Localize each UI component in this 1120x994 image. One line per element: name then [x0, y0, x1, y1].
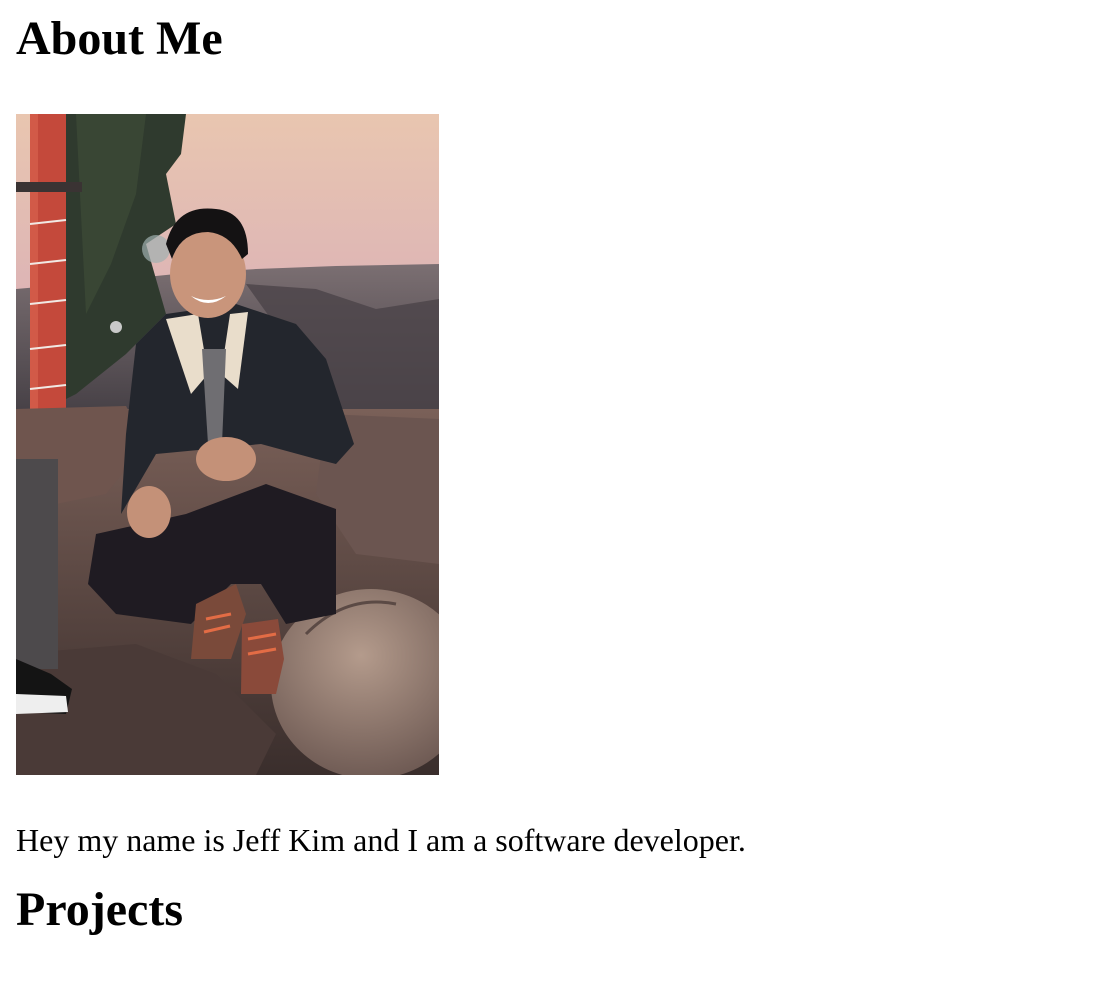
about-heading: About Me — [16, 12, 223, 65]
intro-text: Hey my name is Jeff Kim and I am a softw… — [16, 822, 746, 858]
page-content: About Me Hey my name is Jeff Kim and I a… — [0, 0, 1120, 938]
projects-heading: Projects — [16, 883, 184, 936]
profile-photo — [16, 114, 439, 775]
